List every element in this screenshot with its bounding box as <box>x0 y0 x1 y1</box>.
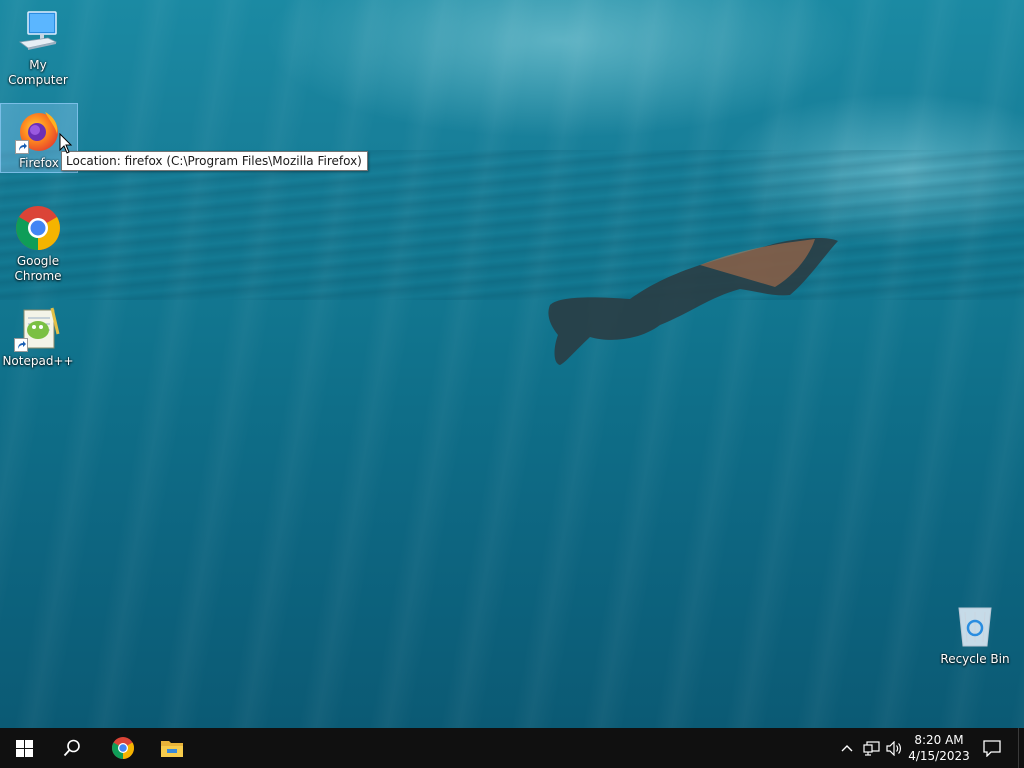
diver-image <box>548 238 838 365</box>
desktop-icon-recycle-bin[interactable]: Recycle Bin <box>937 602 1013 667</box>
shortcut-arrow-icon <box>15 140 29 154</box>
light-rays <box>0 0 1024 728</box>
desktop-icon-notepad-plus-plus[interactable]: Notepad++ <box>0 304 76 369</box>
desktop[interactable]: My Computer Firefox Google Chrome Notepa… <box>0 0 1024 728</box>
taskbar-file-explorer-button[interactable] <box>148 728 196 768</box>
volume-button[interactable] <box>884 728 904 768</box>
chrome-icon <box>112 737 134 759</box>
desktop-icon-label: Google Chrome <box>14 254 62 283</box>
file-explorer-icon <box>161 741 183 757</box>
chevron-up-icon <box>841 745 853 752</box>
action-center-button[interactable] <box>978 728 1006 768</box>
clock-date: 4/15/2023 <box>908 749 970 763</box>
taskbar: 8:20 AM 4/15/2023 <box>0 728 1024 768</box>
search-button[interactable] <box>48 728 96 768</box>
taskbar-clock[interactable]: 8:20 AM 4/15/2023 <box>904 728 974 768</box>
desktop-icon-my-computer[interactable]: My Computer <box>0 8 76 88</box>
icon-location-tooltip: Location: firefox (C:\Program Files\Mozi… <box>61 151 368 171</box>
network-button[interactable] <box>860 728 882 768</box>
network-icon <box>862 740 880 756</box>
desktop-icon-google-chrome[interactable]: Google Chrome <box>0 204 76 284</box>
shortcut-arrow-icon <box>14 338 28 352</box>
chrome-icon <box>14 204 62 252</box>
volume-icon <box>885 740 901 756</box>
clock-time: 8:20 AM <box>914 733 964 747</box>
notification-icon <box>983 739 1001 757</box>
recycle-bin-icon <box>951 602 999 650</box>
show-desktop-button[interactable] <box>1018 728 1024 768</box>
mouse-cursor-icon <box>59 133 73 154</box>
firefox-icon <box>15 106 63 154</box>
my-computer-icon <box>14 8 62 56</box>
surface-waves <box>0 150 1024 300</box>
desktop-icon-label: Recycle Bin <box>940 652 1010 666</box>
search-icon <box>63 739 80 757</box>
windows-logo-icon <box>15 739 33 757</box>
desktop-icon-label: Notepad++ <box>2 354 74 368</box>
start-button[interactable] <box>0 728 48 768</box>
tray-overflow-button[interactable] <box>838 728 856 768</box>
desktop-icon-label: My Computer <box>8 58 68 87</box>
notepad-plus-plus-icon <box>14 304 62 352</box>
taskbar-chrome-button[interactable] <box>99 728 147 768</box>
